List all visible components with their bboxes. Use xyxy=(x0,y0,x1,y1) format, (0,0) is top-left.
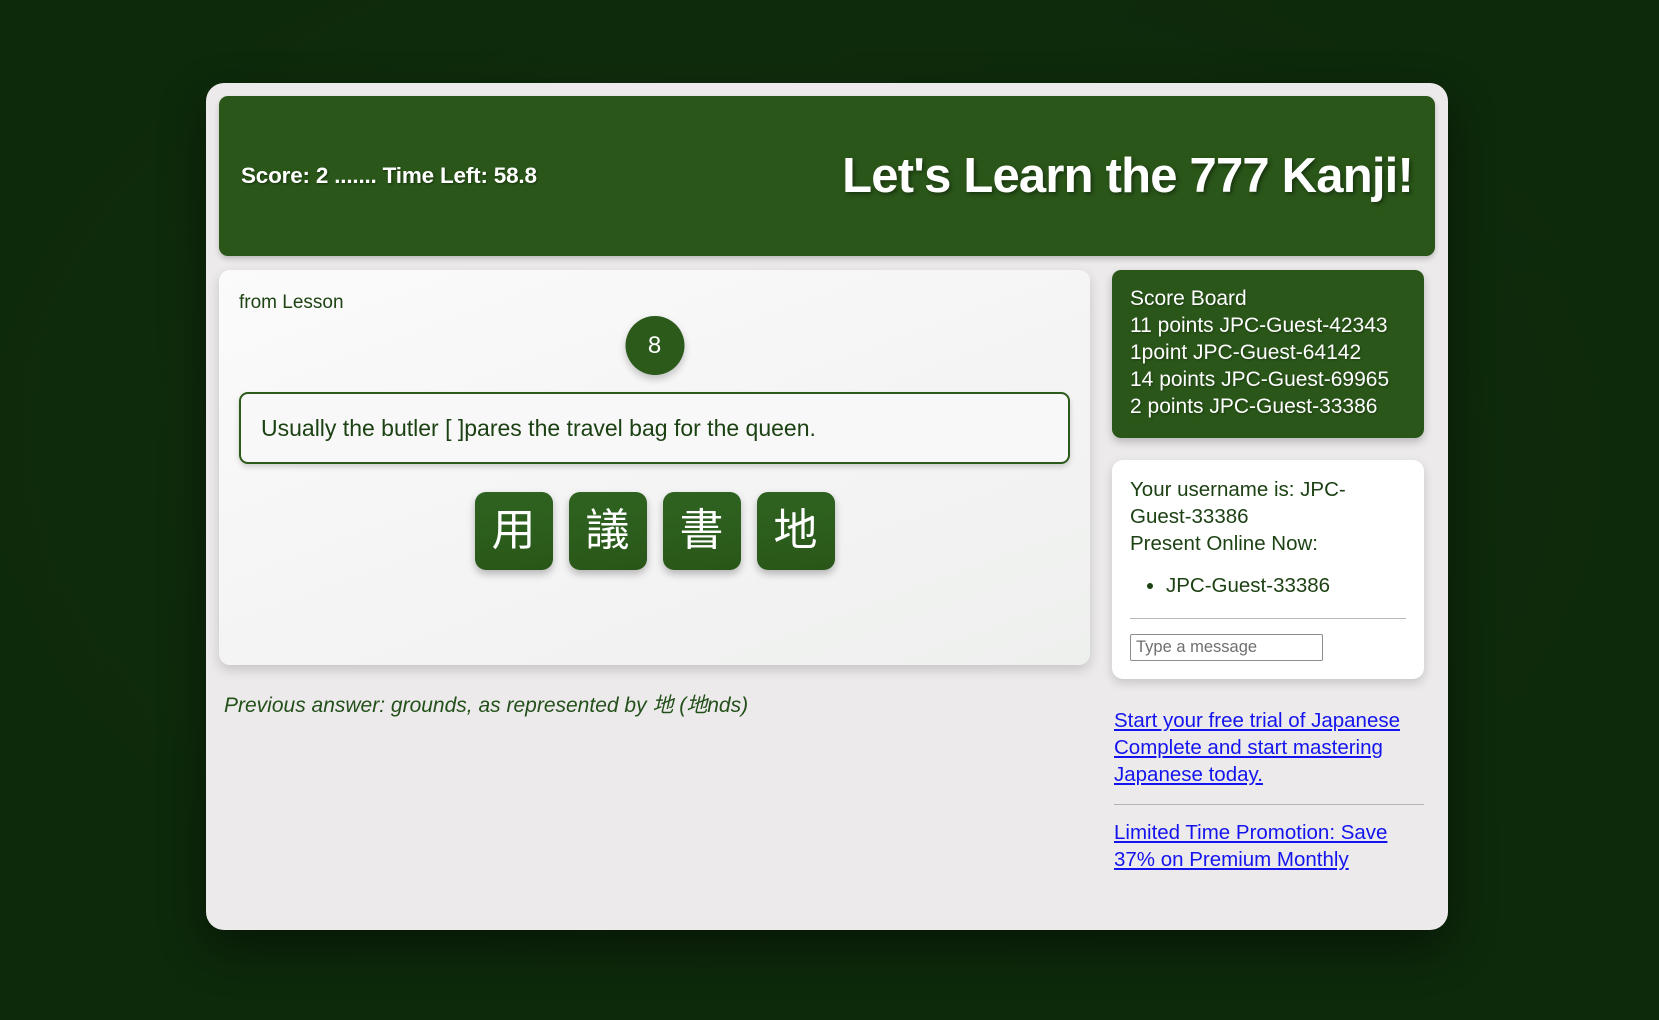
score-and-time-status: Score: 2 ....... Time Left: 58.8 xyxy=(241,163,537,188)
score-board-entry: 1point JPC-Guest-64142 xyxy=(1130,340,1362,364)
message-input[interactable] xyxy=(1130,633,1323,661)
user-presence-panel: Your username is: JPC-Guest-33386 Presen… xyxy=(1112,460,1424,679)
app-window: Score: 2 ....... Time Left: 58.8 Let's L… xyxy=(206,83,1448,930)
panel-divider xyxy=(1130,617,1406,619)
promo-link-limited-time[interactable]: Limited Time Promotion: Save 37% on Prem… xyxy=(1114,819,1424,873)
kanji-choice-button-4[interactable]: 地 xyxy=(756,492,835,570)
score-board-entry: 2 points JPC-Guest-33386 xyxy=(1130,394,1378,418)
online-users-list: JPC-Guest-33386 xyxy=(1130,573,1406,600)
promo-divider xyxy=(1114,804,1424,806)
kanji-choice-button-1[interactable]: 用 xyxy=(474,492,553,570)
lesson-number-badge: 8 xyxy=(625,316,684,375)
from-lesson-label: from Lesson xyxy=(239,292,344,313)
kanji-choices: 用 議 書 地 xyxy=(219,492,1090,570)
score-board-entry: 11 points JPC-Guest-42343 xyxy=(1130,313,1388,337)
kanji-choice-button-3[interactable]: 書 xyxy=(662,492,741,570)
page-title: Let's Learn the 777 Kanji! xyxy=(842,149,1414,203)
right-column: Score Board 11 points JPC-Guest-42343 1p… xyxy=(1112,270,1424,873)
score-board-entry: 14 points JPC-Guest-69965 xyxy=(1130,367,1390,391)
promo-link-free-trial[interactable]: Start your free trial of Japanese Comple… xyxy=(1114,707,1424,788)
present-online-label: Present Online Now: xyxy=(1130,531,1319,555)
body-area: from Lesson 8 Usually the butler [ ]pare… xyxy=(219,256,1435,873)
question-sentence: Usually the butler [ ]pares the travel b… xyxy=(261,414,816,441)
current-username-label: Your username is: JPC-Guest-33386 xyxy=(1130,478,1346,529)
header-bar: Score: 2 ....... Time Left: 58.8 Let's L… xyxy=(219,96,1435,256)
kanji-choice-button-2[interactable]: 議 xyxy=(568,492,647,570)
previous-answer-text: Previous answer: grounds, as represented… xyxy=(224,694,749,717)
list-item: JPC-Guest-33386 xyxy=(1166,573,1406,600)
score-board-panel: Score Board 11 points JPC-Guest-42343 1p… xyxy=(1112,270,1424,439)
promotions-area: Start your free trial of Japanese Comple… xyxy=(1112,707,1424,873)
question-card: from Lesson 8 Usually the butler [ ]pare… xyxy=(219,270,1090,665)
left-column: from Lesson 8 Usually the butler [ ]pare… xyxy=(219,270,1090,873)
question-sentence-box: Usually the butler [ ]pares the travel b… xyxy=(239,392,1070,464)
score-board-title: Score Board xyxy=(1130,287,1247,310)
